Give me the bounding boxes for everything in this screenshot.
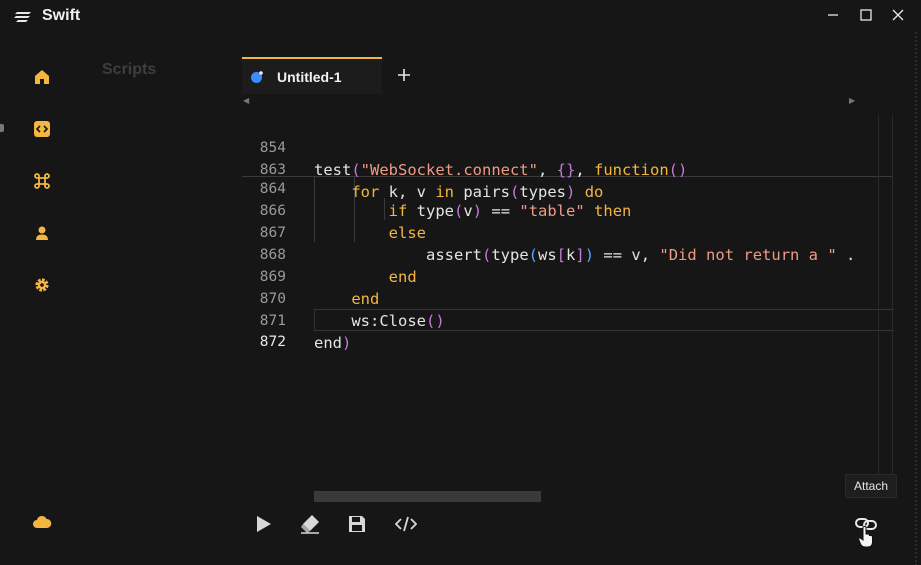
code-line: 871 end)	[242, 288, 893, 352]
maximize-icon	[860, 9, 872, 21]
scripts-panel-title: Scripts	[102, 61, 157, 78]
sidebar-item-commands[interactable]	[30, 169, 54, 193]
tabs-scroll-left-icon[interactable]: ◀	[243, 96, 249, 105]
command-icon	[34, 173, 50, 189]
sidebar-active-marker	[0, 124, 4, 132]
code-line: 869 end	[242, 244, 893, 308]
code-line: 864 if type(v) == "table" then	[242, 156, 893, 220]
code-line: 868 end	[242, 222, 893, 286]
plus-icon	[398, 69, 410, 81]
maximize-button[interactable]	[850, 0, 882, 30]
sidebar-item-editor[interactable]	[30, 117, 54, 141]
app-title: Swift	[42, 7, 81, 24]
run-button[interactable]	[252, 512, 274, 536]
sidebar-item-profile[interactable]	[30, 221, 54, 245]
user-icon	[36, 226, 48, 240]
attach-tooltip: Attach	[845, 474, 897, 498]
code-line: 867 assert(type(ws[k]) == v, "Did not re…	[242, 200, 893, 264]
home-icon	[35, 70, 49, 84]
code-line: 870 ws:Close()	[242, 266, 893, 330]
code-line: 872	[242, 309, 893, 350]
code-text: end)	[314, 334, 352, 352]
code-line: 854 test("WebSocket.connect", {}, functi…	[242, 115, 893, 179]
sidebar-item-home[interactable]	[30, 65, 54, 89]
tabs-scroll-right-icon[interactable]: ▶	[849, 96, 855, 105]
code-line: 866 else	[242, 178, 893, 242]
code-brackets-icon	[395, 516, 417, 532]
code-view-button[interactable]	[395, 512, 417, 536]
sidebar-item-cloud[interactable]	[30, 510, 54, 534]
clear-button[interactable]	[299, 512, 321, 536]
eraser-icon	[301, 515, 319, 534]
sidebar	[0, 32, 82, 565]
cloud-icon	[33, 515, 52, 528]
editor-vertical-scrollbar[interactable]	[892, 115, 893, 475]
add-tab-button[interactable]	[396, 66, 412, 84]
script-file-icon	[251, 71, 263, 83]
minimize-button[interactable]	[817, 0, 849, 30]
editor-overview-ruler	[878, 115, 879, 475]
play-icon	[257, 516, 271, 532]
window-resize-edge	[915, 32, 917, 565]
close-button[interactable]	[882, 0, 914, 30]
minimize-icon	[828, 14, 838, 16]
gear-icon	[35, 278, 49, 292]
code-editor[interactable]: 854 test("WebSocket.connect", {}, functi…	[242, 110, 894, 490]
sidebar-item-settings[interactable]	[30, 273, 54, 297]
save-button[interactable]	[346, 512, 368, 536]
line-number: 872	[259, 334, 286, 350]
code-editor-icon	[34, 121, 50, 137]
title-bar: Swift	[0, 0, 921, 32]
floppy-icon	[349, 516, 365, 532]
hand-pointer-icon	[858, 526, 873, 548]
swift-logo-icon	[14, 12, 31, 22]
tab-untitled-1[interactable]: Untitled-1	[242, 57, 382, 94]
tab-label: Untitled-1	[277, 69, 342, 85]
close-icon	[892, 9, 904, 21]
editor-horizontal-scrollbar[interactable]	[314, 491, 541, 502]
